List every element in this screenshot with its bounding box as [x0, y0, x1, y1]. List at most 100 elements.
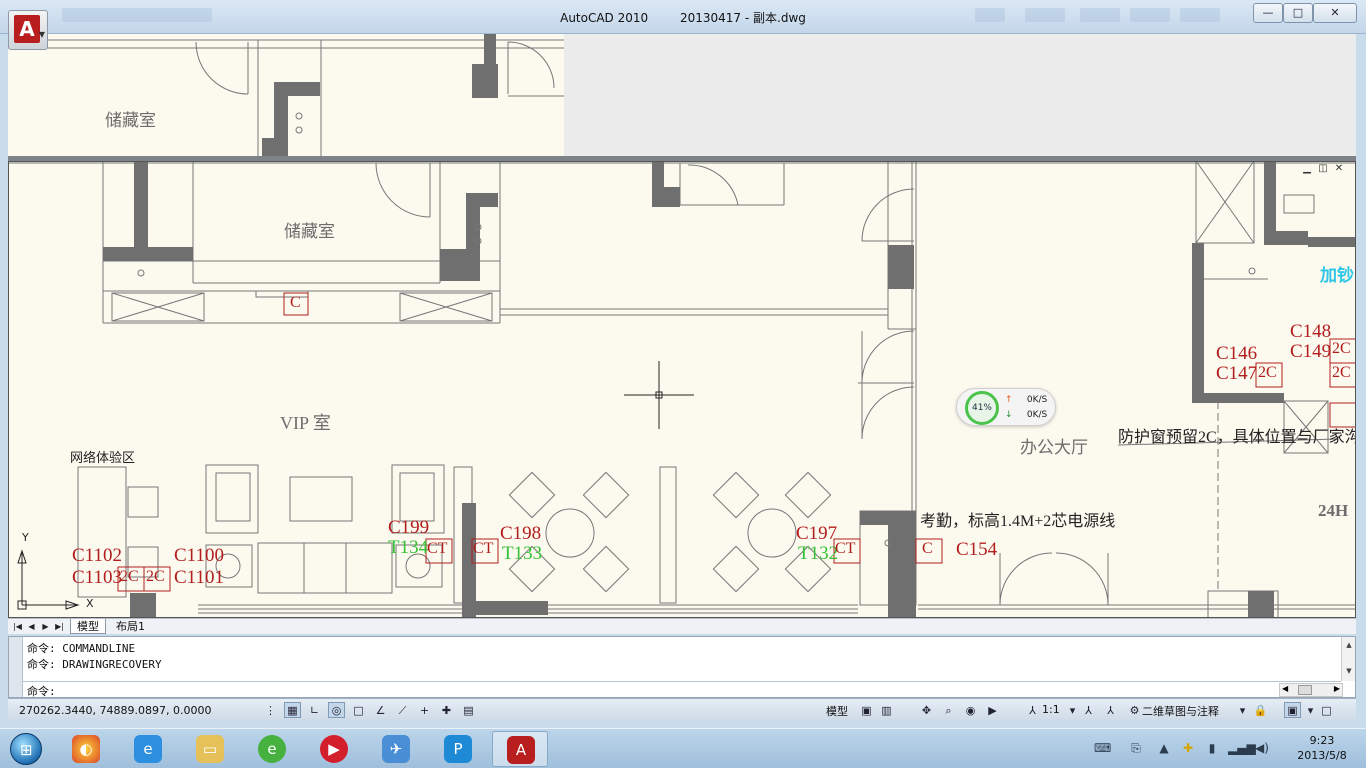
tag-c1101: C1101: [174, 567, 224, 588]
clean-screen-icon[interactable]: □: [1318, 702, 1335, 718]
tab-model[interactable]: 模型: [70, 619, 106, 634]
taskbar-app-autocad[interactable]: A: [492, 731, 548, 767]
model-space-button[interactable]: 模型: [826, 703, 848, 719]
dynamic-input-icon[interactable]: +: [416, 702, 433, 718]
command-line-grip[interactable]: [9, 637, 23, 697]
viewport-minimize-icon[interactable]: ▁: [1300, 163, 1314, 175]
tag-2c: 2C: [1332, 340, 1351, 357]
chevron-down-icon[interactable]: ▾: [1064, 702, 1081, 718]
auto-scale-icon[interactable]: ⅄: [1102, 702, 1119, 718]
pan-icon[interactable]: ✥: [918, 702, 935, 718]
drawing-area[interactable]: 储藏室 ▁ ◫ ✕ 储藏室 C VIP 室 网络体验区 办公大厅 考勤，标高1.…: [8, 34, 1356, 618]
close-button[interactable]: ✕: [1313, 3, 1357, 23]
tag-c198: C198: [500, 523, 542, 544]
tag-c154: C154: [956, 539, 998, 560]
annotation-scale-icon[interactable]: ⅄: [1024, 702, 1041, 718]
taskbar-app-pplive[interactable]: P: [430, 731, 486, 767]
model-layout-icon[interactable]: ▣: [858, 702, 875, 718]
app-360-icon: ◐: [72, 735, 100, 763]
prev-tab-icon[interactable]: ◀: [26, 621, 37, 632]
lock-icon[interactable]: 🔒: [1252, 702, 1269, 718]
first-tab-icon[interactable]: |◀: [12, 621, 23, 632]
start-button[interactable]: ⊞: [4, 730, 48, 768]
steering-wheel-icon[interactable]: ◉: [962, 702, 979, 718]
lineweight-icon[interactable]: ✚: [438, 702, 455, 718]
grid-icon[interactable]: ▦: [284, 702, 301, 718]
workspace-switcher[interactable]: 二维草图与注释: [1142, 703, 1219, 719]
scroll-up-icon[interactable]: ▲: [1342, 641, 1356, 649]
command-scrollbar[interactable]: ▲ ▼: [1341, 637, 1355, 681]
command-prompt[interactable]: 命令:: [27, 683, 56, 699]
object-snap-icon[interactable]: □: [350, 702, 367, 718]
ucs-y-label: Y: [22, 531, 29, 544]
keyboard-icon[interactable]: ⌨: [1094, 741, 1111, 755]
annotation-scale[interactable]: 1:1: [1042, 703, 1060, 716]
scroll-left-icon[interactable]: ◀: [1282, 684, 1288, 693]
security-icon[interactable]: ✚: [1180, 741, 1196, 755]
usb-icon[interactable]: ⎘: [1128, 741, 1144, 756]
command-horizontal-scrollbar[interactable]: ◀ ▶: [1279, 683, 1343, 697]
zoom-icon[interactable]: ⌕: [940, 702, 957, 718]
network-speed-widget[interactable]: 41% ↑ 0K/S ↓ 0K/S: [956, 388, 1056, 426]
tag-c1103: C1103: [72, 567, 122, 588]
label-24h: 24H: [1318, 501, 1349, 520]
next-tab-icon[interactable]: ▶: [40, 621, 51, 632]
tab-layout1[interactable]: 布局1: [110, 619, 151, 634]
tag-2c: 2C: [146, 568, 165, 585]
viewport-top[interactable]: 储藏室: [8, 34, 1356, 156]
annotation-visibility-icon[interactable]: ⅄: [1080, 702, 1097, 718]
download-speed-value: 0K/S: [1026, 410, 1048, 420]
quick-view-layouts-icon[interactable]: ▥: [878, 702, 895, 718]
last-tab-icon[interactable]: ▶|: [54, 621, 65, 632]
application-menu-button[interactable]: A ▼: [8, 10, 48, 50]
minimize-button[interactable]: —: [1253, 3, 1283, 23]
viewport-restore-icon[interactable]: ◫: [1316, 163, 1330, 175]
ortho-icon[interactable]: ∟: [306, 702, 323, 718]
taskbar-app-360[interactable]: ◐: [58, 731, 114, 767]
system-clock[interactable]: 9:23 2013/5/8: [1286, 733, 1358, 763]
showmotion-icon[interactable]: ▶: [984, 702, 1001, 718]
tag-t133: T133: [502, 543, 543, 564]
viewport-main[interactable]: ▁ ◫ ✕ 储藏室 C VIP 室 网络体验区 办公大厅 考勤，标高1.4M+2…: [8, 161, 1356, 618]
app-name: AutoCAD 2010: [560, 11, 649, 25]
scroll-down-icon[interactable]: ▼: [1342, 667, 1356, 675]
taskbar-app-browser[interactable]: e: [244, 731, 300, 767]
hardware-acceleration-icon[interactable]: ▣: [1284, 702, 1301, 718]
tag-c: C: [922, 540, 933, 557]
pp-app-icon: P: [444, 735, 472, 763]
chevron-down-icon[interactable]: ▾: [1234, 702, 1251, 718]
maximize-button[interactable]: □: [1283, 3, 1313, 23]
chevron-down-icon[interactable]: ▾: [1302, 702, 1319, 718]
coordinates-readout[interactable]: 270262.3440, 74889.0897, 0.0000: [19, 704, 211, 717]
status-bar: 270262.3440, 74889.0897, 0.0000 ⋮ ▦ ∟ ◎ …: [8, 698, 1356, 720]
network-signal-icon[interactable]: ▂▄▆: [1228, 741, 1256, 755]
quick-properties-icon[interactable]: ▤: [460, 702, 477, 718]
taskbar-app-explorer[interactable]: ▭: [182, 731, 238, 767]
volume-icon[interactable]: ◀): [1254, 741, 1270, 755]
room-label-network: 网络体验区: [70, 450, 136, 465]
scroll-right-icon[interactable]: ▶: [1334, 684, 1340, 693]
command-line-window: 命令: COMMANDLINE 命令: DRAWINGRECOVERY ▲ ▼ …: [8, 636, 1356, 698]
layout-tabs-bar: |◀ ◀ ▶ ▶| 模型 布局1: [8, 618, 1356, 634]
infer-constraints-icon[interactable]: ⋮: [262, 702, 279, 718]
viewport-close-icon[interactable]: ✕: [1332, 163, 1346, 175]
room-label-storage: 储藏室: [105, 111, 156, 130]
taskbar-app-bird[interactable]: ✈: [368, 731, 424, 767]
tag-c149: C149: [1290, 341, 1332, 362]
download-speed: ↓ 0K/S: [1005, 410, 1047, 420]
command-divider: [23, 681, 1341, 682]
tag-c197: C197: [796, 523, 838, 544]
object-snap-tracking-icon[interactable]: ∠: [372, 702, 389, 718]
dynamic-ucs-icon[interactable]: ⟋: [394, 702, 411, 718]
taskbar-app-media[interactable]: ▶: [306, 731, 362, 767]
tag-ct: CT: [427, 540, 448, 557]
device-icon[interactable]: ▮: [1204, 741, 1220, 755]
show-hidden-icons-icon[interactable]: ▲: [1156, 741, 1172, 755]
polar-tracking-icon[interactable]: ◎: [328, 702, 345, 718]
workspace-gear-icon[interactable]: ⚙: [1126, 702, 1143, 718]
taskbar-app-ie[interactable]: e: [120, 731, 176, 767]
chevron-down-icon: ▼: [38, 30, 45, 39]
windows-taskbar: ⊞ ◐ e ▭ e ▶ ✈ P A ⌨ ⎘ ▲ ✚ ▮ ▂▄▆ ◀) 9:23 …: [0, 728, 1366, 768]
scroll-thumb[interactable]: [1298, 685, 1312, 695]
tag-2c: 2C: [1258, 364, 1277, 381]
